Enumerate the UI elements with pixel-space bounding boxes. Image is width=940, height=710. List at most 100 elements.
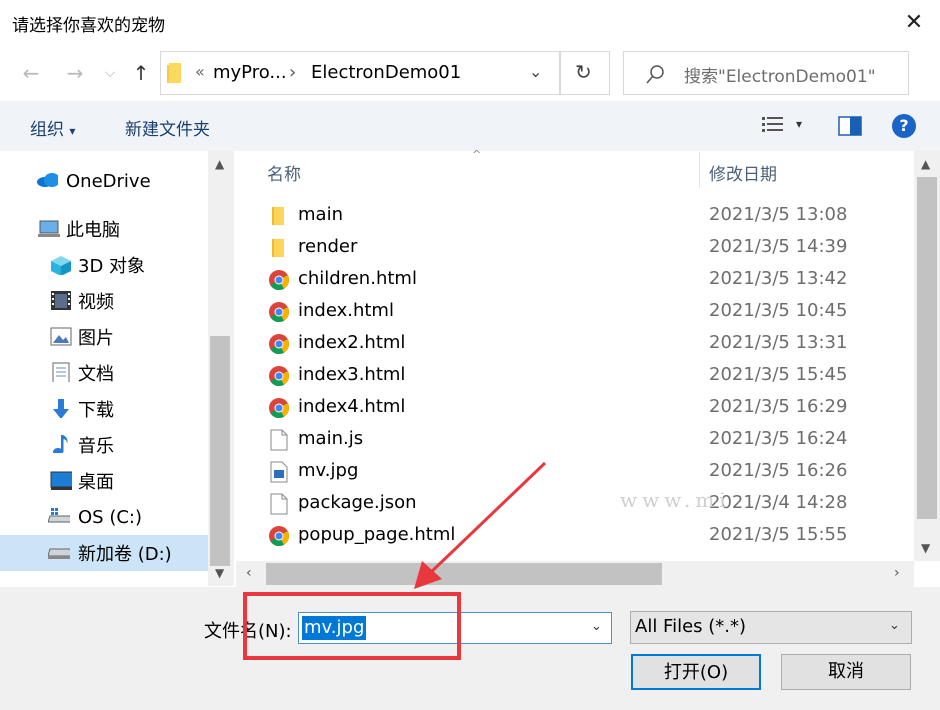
file-icon	[268, 493, 290, 515]
address-dropdown-chevron-icon[interactable]: ⌄	[529, 62, 542, 81]
file-name: main	[298, 204, 343, 225]
column-header-name[interactable]: 名称	[267, 160, 301, 185]
sidebar-scrollbar[interactable]: ▲ ▼	[208, 151, 234, 586]
file-name: main.js	[298, 428, 364, 449]
folder-icon	[268, 237, 290, 259]
scroll-left-arrow-icon[interactable]: ‹	[246, 565, 252, 581]
file-name: package.json	[298, 492, 417, 513]
help-icon[interactable]: ?	[892, 114, 916, 138]
file-list-horizontal-scrollbar[interactable]: ‹ ›	[236, 561, 914, 587]
window-title: 请选择你喜欢的宠物	[12, 16, 165, 36]
file-type-value: All Files (*.*)	[635, 616, 747, 637]
sidebar-item-drive-d[interactable]: 新加卷 (D:)	[0, 535, 208, 571]
back-arrow-icon[interactable]: ←	[16, 58, 46, 88]
file-date: 2021/3/5 10:45	[709, 300, 848, 321]
file-name: mv.jpg	[298, 460, 359, 481]
up-arrow-icon[interactable]: ↑	[126, 58, 156, 88]
file-date: 2021/3/5 16:29	[709, 396, 848, 417]
sidebar-item-downloads[interactable]: 下载	[0, 391, 208, 427]
organize-button[interactable]: 组织 ▾	[30, 115, 75, 140]
close-button[interactable]: ✕	[898, 8, 930, 38]
column-divider[interactable]	[699, 152, 700, 188]
sort-ascending-icon: ^	[472, 148, 482, 161]
file-type-select[interactable]: All Files (*.*) ⌄	[630, 611, 912, 644]
breadcrumb-overflow[interactable]: «	[195, 62, 205, 81]
navigation-pane: OneDrive 此电脑 3D 对象 视频 图片 文档 下载 音乐 桌面 OS …	[0, 151, 236, 586]
chrome-html-icon	[268, 525, 290, 547]
sidebar-item-os-c[interactable]: OS (C:)	[0, 499, 208, 535]
file-type-chevron-icon[interactable]: ⌄	[889, 618, 900, 633]
filename-dropdown-chevron-icon[interactable]: ⌄	[591, 619, 602, 634]
sidebar-item-pictures[interactable]: 图片	[0, 319, 208, 355]
file-date: 2021/3/5 15:55	[709, 524, 848, 545]
table-row[interactable]: main 2021/3/5 13:08	[262, 200, 912, 232]
file-date: 2021/3/5 13:42	[709, 268, 848, 289]
table-row[interactable]: main.js 2021/3/5 16:24	[262, 424, 912, 456]
sidebar-item-3d-objects[interactable]: 3D 对象	[0, 247, 208, 283]
recent-chevron-down-icon[interactable]: ⌵	[100, 58, 120, 88]
table-row[interactable]: index.html 2021/3/5 10:45	[262, 296, 912, 328]
music-icon	[53, 435, 68, 453]
annotation-arrow	[414, 461, 547, 589]
preview-pane-icon[interactable]	[838, 116, 862, 136]
breadcrumb-item[interactable]: myPro...	[213, 62, 287, 83]
address-bar[interactable]: « myPro... › ElectronDemo01 ⌄	[160, 51, 560, 95]
scroll-up-arrow-icon[interactable]: ▲	[921, 157, 930, 171]
video-icon	[51, 291, 71, 310]
search-input[interactable]: 搜索"ElectronDemo01"	[623, 51, 909, 95]
folder-icon	[268, 205, 290, 227]
table-row[interactable]: index3.html 2021/3/5 15:45	[262, 360, 912, 392]
computer-icon	[38, 220, 60, 237]
table-row[interactable]: package.json 2021/3/4 14:28	[262, 488, 912, 520]
drive-c-icon	[48, 508, 70, 523]
new-folder-button[interactable]: 新建文件夹	[125, 115, 210, 140]
file-date: 2021/3/5 16:26	[709, 460, 848, 481]
table-row[interactable]: popup_page.html 2021/3/5 15:55	[262, 520, 912, 552]
sidebar-item-documents[interactable]: 文档	[0, 355, 208, 391]
table-row[interactable]: index4.html 2021/3/5 16:29	[262, 392, 912, 424]
refresh-button[interactable]: ↻	[560, 51, 610, 95]
column-header-modified[interactable]: 修改日期	[709, 160, 777, 185]
scrollbar-thumb[interactable]	[210, 336, 230, 566]
scroll-down-arrow-icon[interactable]: ▼	[215, 566, 224, 580]
table-row[interactable]: children.html 2021/3/5 13:42	[262, 264, 912, 296]
refresh-icon: ↻	[575, 60, 592, 84]
scroll-up-arrow-icon[interactable]: ▲	[215, 157, 224, 171]
view-options-chevron-icon[interactable]: ▾	[796, 117, 802, 131]
sidebar-item-music[interactable]: 音乐	[0, 427, 208, 463]
cancel-button[interactable]: 取消	[781, 654, 911, 690]
table-row[interactable]: render 2021/3/5 14:39	[262, 232, 912, 264]
file-date: 2021/3/5 13:08	[709, 204, 848, 225]
download-icon	[53, 399, 69, 418]
file-list-vertical-scrollbar[interactable]: ▲ ▼	[914, 151, 940, 561]
sidebar-item-onedrive[interactable]: OneDrive	[0, 163, 208, 199]
chrome-html-icon	[268, 397, 290, 419]
picture-icon	[50, 327, 72, 346]
scroll-down-arrow-icon[interactable]: ▼	[921, 541, 930, 555]
search-placeholder: 搜索"ElectronDemo01"	[684, 67, 876, 87]
table-row[interactable]: mv.jpg 2021/3/5 16:26	[262, 456, 912, 488]
chrome-html-icon	[268, 333, 290, 355]
open-button[interactable]: 打开(O)	[631, 654, 761, 690]
file-date: 2021/3/5 15:45	[709, 364, 848, 385]
sidebar-item-videos[interactable]: 视频	[0, 283, 208, 319]
sidebar-item-desktop[interactable]: 桌面	[0, 463, 208, 499]
file-name: index.html	[298, 300, 394, 321]
scrollbar-thumb[interactable]	[917, 177, 937, 519]
table-row[interactable]: index2.html 2021/3/5 13:31	[262, 328, 912, 360]
desktop-icon	[50, 471, 72, 490]
forward-arrow-icon[interactable]: →	[60, 58, 90, 88]
file-icon	[268, 429, 290, 451]
file-date: 2021/3/5 16:24	[709, 428, 848, 449]
file-name: children.html	[298, 268, 417, 289]
file-name: render	[298, 236, 358, 257]
watermark: www.mi	[620, 488, 731, 512]
view-list-icon[interactable]	[762, 116, 784, 136]
file-name: index3.html	[298, 364, 406, 385]
breadcrumb-item[interactable]: ElectronDemo01	[311, 62, 461, 83]
scroll-right-arrow-icon[interactable]: ›	[894, 565, 900, 581]
image-file-icon	[268, 461, 290, 483]
search-icon	[646, 65, 664, 84]
highlight-box	[243, 592, 461, 660]
sidebar-item-this-pc[interactable]: 此电脑	[0, 211, 208, 247]
